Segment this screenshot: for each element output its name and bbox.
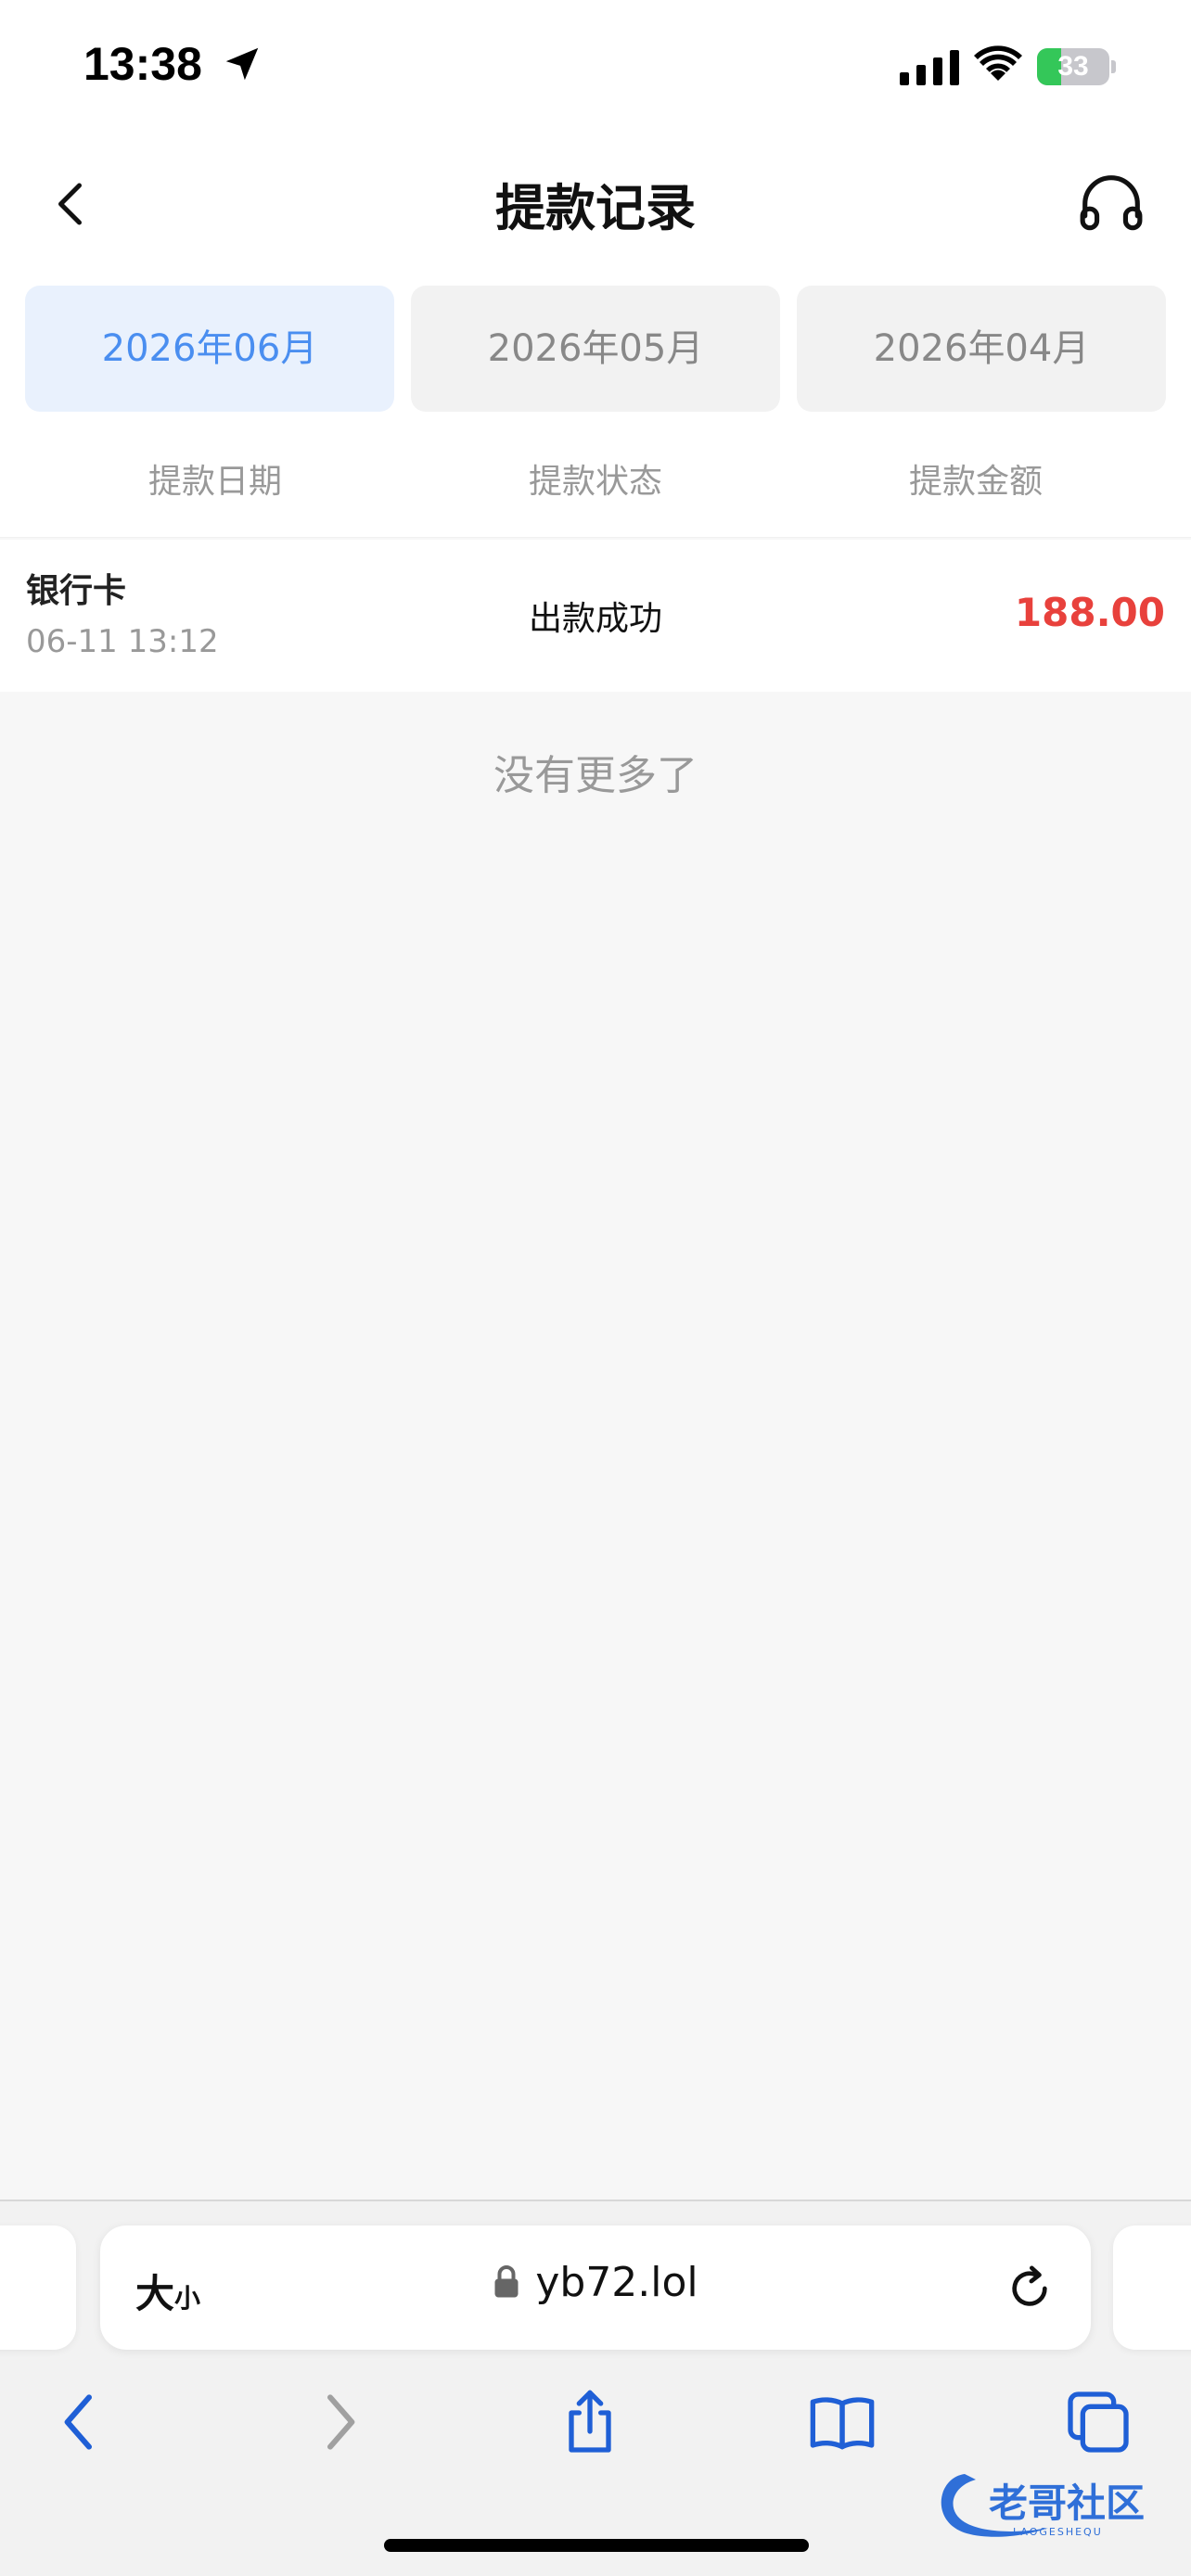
tabs-icon: [1068, 2391, 1129, 2453]
battery-body: 33: [1037, 48, 1109, 85]
column-header-date: 提款日期: [147, 463, 282, 501]
column-header-amount: 提款金额: [908, 463, 1043, 501]
battery-icon: 33: [1037, 48, 1117, 85]
book-icon: [810, 2397, 875, 2450]
no-more-text: 没有更多了: [493, 752, 698, 799]
record-status: 出款成功: [528, 600, 662, 638]
url-text: yb72.lol: [535, 2259, 698, 2306]
watermark-logo: 老哥社区 LAOGESHEQU: [941, 2474, 1145, 2538]
chevron-right-icon: [327, 2394, 355, 2450]
tab-month-1[interactable]: 2026年05月: [411, 286, 780, 412]
location-arrow-icon: [225, 47, 259, 81]
watermark-subtext: LAOGESHEQU: [1013, 2526, 1103, 2538]
bookmarks-button[interactable]: [805, 2385, 879, 2459]
wifi-icon: [974, 45, 1022, 81]
battery-cap: [1111, 60, 1116, 73]
address-bar[interactable]: 大小 yb72.lol: [100, 2225, 1091, 2350]
url-field[interactable]: yb72.lol: [100, 2259, 1091, 2306]
browser-back-button[interactable]: [43, 2385, 117, 2459]
page-title: 提款记录: [495, 179, 696, 237]
column-header-status: 提款状态: [528, 463, 662, 501]
chevron-left-icon: [64, 2394, 92, 2450]
month-tabs: 2026年06月 2026年05月 2026年04月: [0, 269, 1191, 427]
tab-month-0[interactable]: 2026年06月: [25, 286, 394, 412]
home-indicator: [384, 2539, 809, 2552]
record-amount: 188.00: [1014, 590, 1165, 635]
tab-month-2[interactable]: 2026年04月: [797, 286, 1166, 412]
share-button[interactable]: [553, 2385, 627, 2459]
reload-icon: [1012, 2265, 1047, 2306]
watermark-text: 老哥社区: [989, 2480, 1145, 2526]
support-button[interactable]: [1078, 174, 1145, 234]
status-time: 13:38: [83, 38, 202, 90]
next-tab-preview[interactable]: [1113, 2225, 1191, 2350]
status-bar: 13:38 33: [0, 0, 1191, 139]
column-headers: 提款日期 提款状态 提款金额: [0, 427, 1191, 538]
share-icon: [569, 2390, 611, 2453]
nav-bar: 提款记录: [0, 139, 1191, 269]
record-row[interactable]: 银行卡 06-11 13:12 出款成功 188.00: [0, 540, 1191, 692]
lock-icon: [494, 2265, 519, 2298]
previous-tab-preview[interactable]: [0, 2225, 76, 2350]
battery-percent: 33: [1057, 51, 1089, 82]
signal-icon: [900, 50, 959, 85]
reload-button[interactable]: [1004, 2263, 1056, 2315]
browser-forward-button[interactable]: [302, 2385, 377, 2459]
tabs-button[interactable]: [1061, 2385, 1135, 2459]
headphones-icon: [1080, 175, 1143, 231]
